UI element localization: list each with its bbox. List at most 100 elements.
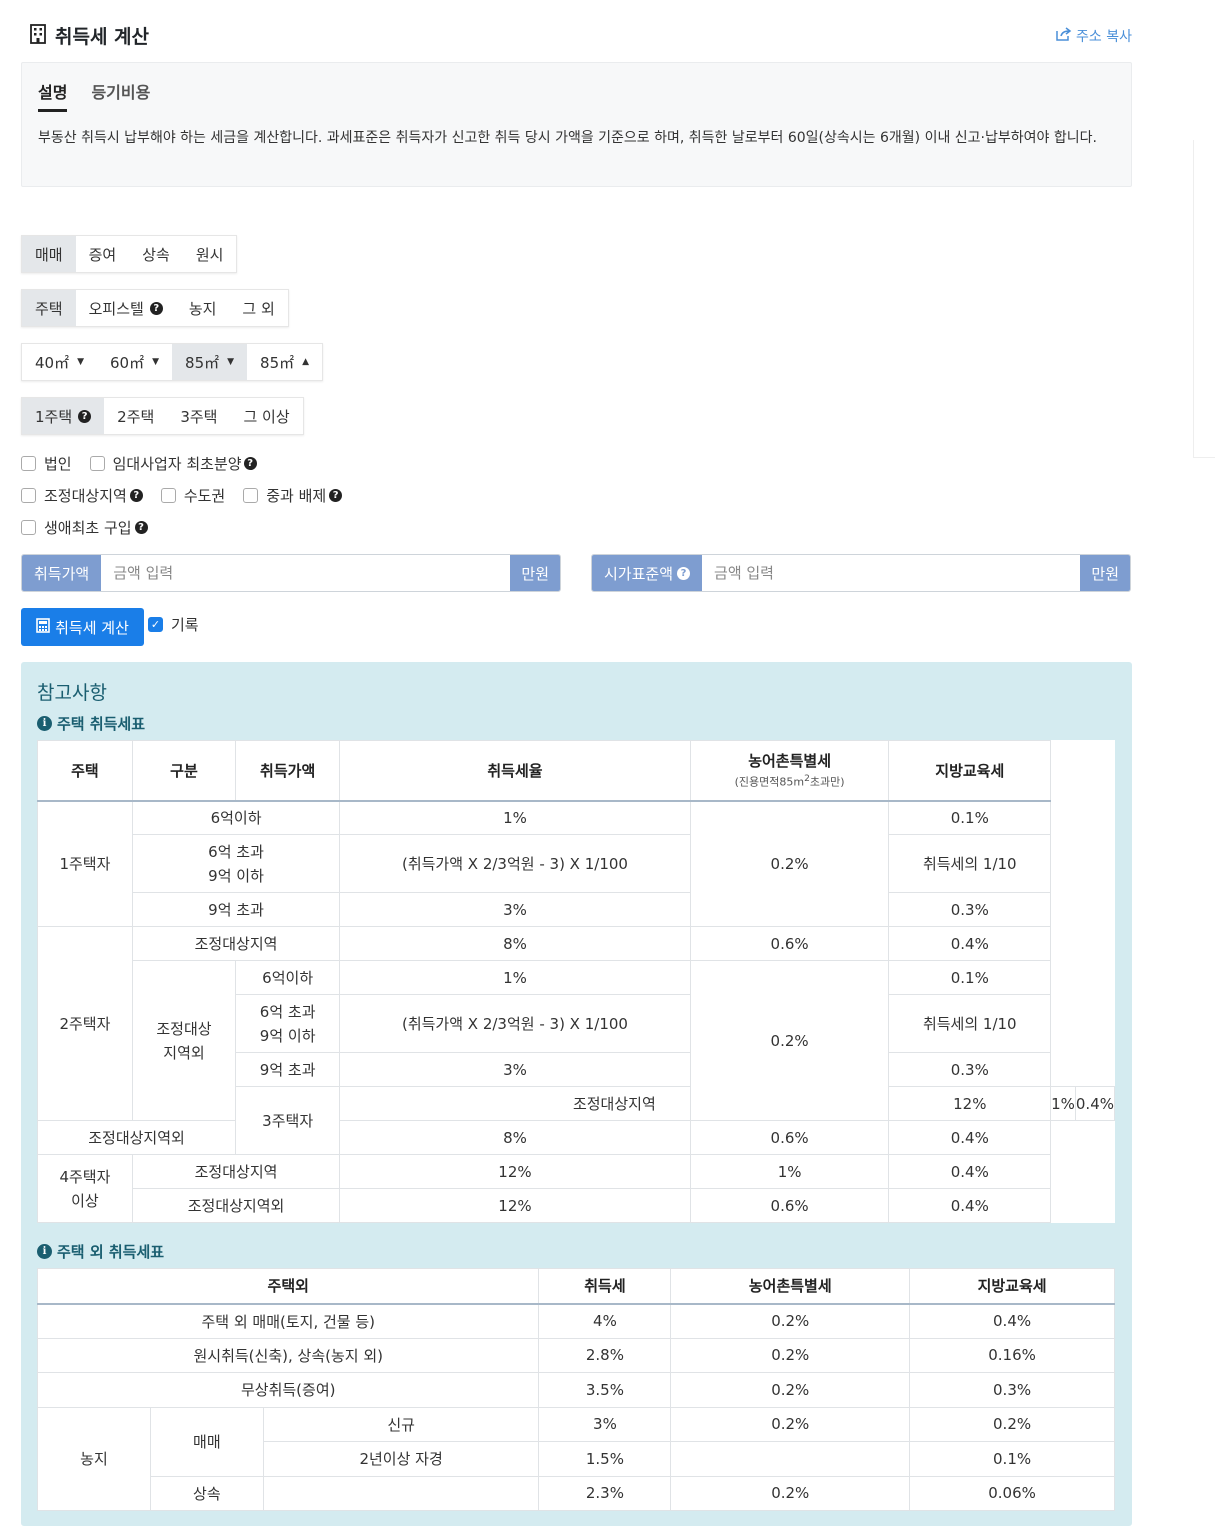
checkbox-checked[interactable]: ✓: [148, 617, 163, 632]
col-edu: 지방교육세: [888, 740, 1052, 802]
table-row: 1주택자 6억이하 1% 0.2% 0.1%: [37, 800, 1115, 927]
option-house[interactable]: 주택: [22, 290, 76, 326]
option-2-house[interactable]: 2주택: [104, 398, 168, 434]
first-home-checkbox[interactable]: 생애최초 구입?: [21, 517, 148, 538]
table-row: 2주택자 조정대상지역 8% 0.6% 0.4%: [37, 926, 1115, 1121]
table-cell: 0.4%: [888, 1188, 1052, 1223]
option-area-85-up[interactable]: 85㎡ ▲: [247, 344, 323, 380]
option-officetel[interactable]: 오피스텔?: [75, 290, 176, 326]
acquisition-type-group: 매매 증여 상속 원시: [21, 235, 238, 273]
col-other: 주택외: [36, 1268, 540, 1305]
acquisition-price-label: 취득가액: [22, 555, 102, 591]
other-table-title-text: 주택 외 취득세표: [57, 1243, 165, 1261]
page-header: 취득세 계산: [29, 22, 149, 49]
standard-price-input[interactable]: [702, 555, 1081, 591]
table-cell: 1%: [1050, 1086, 1076, 1121]
option-area-85-down[interactable]: 85㎡ ▼: [172, 344, 248, 380]
table-cell: 9억 초과: [131, 892, 341, 927]
option-inheritance[interactable]: 상속: [129, 236, 183, 272]
table-cell: 원시취득(신축), 상속(농지 외): [36, 1337, 540, 1373]
description-text: 부동산 취득시 납부해야 하는 세금을 계산합니다. 과세표준은 취득자가 신고…: [38, 130, 1097, 146]
calculate-button[interactable]: 취득세 계산: [21, 608, 144, 646]
col-rate: 취득세율: [339, 740, 691, 802]
table-row: 농지 매매 신규 3% 0.2% 0.2%: [37, 1406, 1115, 1511]
caret-down-icon: ▼: [227, 357, 235, 367]
table-cell: [262, 1475, 540, 1511]
option-other[interactable]: 그 외: [229, 290, 288, 326]
table-cell: 0.06%: [909, 1475, 1115, 1511]
table-cell: 0.2%: [909, 1406, 1115, 1442]
house-table-title-text: 주택 취득세표: [57, 715, 146, 733]
table-row: 조정대상지역외 12% 0.6% 0.4%: [38, 1188, 1115, 1223]
col-rural-label: 농어촌특별세: [748, 752, 831, 771]
checkbox[interactable]: [21, 456, 36, 471]
standard-price-label: 시가표준액?: [592, 555, 703, 591]
house-tax-table: 주택 구분 취득가액 취득세율 농어촌특별세 (진용면적85m2초과만) 지방교육…: [36, 740, 1116, 1223]
help-icon[interactable]: ?: [129, 489, 143, 502]
page-title: 취득세 계산: [55, 26, 150, 48]
table-cell: (취득가액 X 2/3억원 - 3) X 1/100: [339, 994, 691, 1053]
capital-area-checkbox[interactable]: 수도권: [160, 485, 225, 506]
checkbox[interactable]: [243, 488, 259, 503]
option-1-house[interactable]: 1주택?: [22, 398, 105, 434]
table-row: 조정대상 지역외 6억이하 1% 0.2% 0.1%: [38, 960, 1115, 1121]
option-area-60[interactable]: 60㎡ ▼: [97, 344, 173, 380]
help-icon[interactable]: ?: [134, 521, 148, 534]
table-cell: 0.4%: [888, 1154, 1052, 1189]
acquisition-price-unit: 만원: [510, 555, 560, 591]
checkbox[interactable]: [21, 488, 36, 503]
tab-description[interactable]: 설명: [38, 79, 68, 112]
table-cell: 조정대상지역: [131, 926, 341, 961]
table-cell: 6억이하: [235, 960, 341, 995]
info-icon: i: [37, 716, 52, 731]
table-cell: 2년이상 자경: [262, 1441, 540, 1477]
rental-first-sale-checkbox[interactable]: 임대사업자 최초분양?: [89, 453, 257, 474]
record-checkbox[interactable]: ✓ 기록: [148, 614, 199, 635]
adjusted-area-checkbox[interactable]: 조정대상지역?: [21, 485, 143, 506]
help-icon[interactable]: ?: [677, 566, 691, 580]
help-icon[interactable]: ?: [149, 301, 163, 315]
table-cell: 0.1%: [888, 960, 1052, 995]
table-cell: 6억 초과 9억 이하: [131, 834, 341, 893]
cell-line: 조정대상: [156, 1019, 212, 1038]
table-cell: 9억 초과: [235, 1052, 341, 1087]
cell-line: 6억 초과: [259, 1002, 316, 1021]
cell-three-house: 3주택자: [235, 1086, 341, 1155]
checkbox[interactable]: [89, 456, 105, 471]
area-85-over-label: 85㎡: [260, 353, 295, 372]
option-3-house[interactable]: 3주택: [167, 398, 231, 434]
table-cell: 2.8%: [538, 1337, 672, 1373]
col-rural-note: (진용면적85m2초과만): [691, 773, 889, 790]
option-area-40[interactable]: 40㎡ ▼: [22, 344, 98, 380]
option-original[interactable]: 원시: [182, 236, 237, 272]
table-cell: 조정대상지역외: [131, 1188, 341, 1223]
rental-first-sale-label: 임대사업자 최초분양: [112, 455, 242, 473]
checkbox[interactable]: [160, 488, 176, 503]
option-more-house[interactable]: 그 이상: [230, 398, 303, 434]
help-icon[interactable]: ?: [243, 457, 257, 470]
option-sale[interactable]: 매매: [22, 236, 76, 272]
table-row: 무상취득(증여) 3.5% 0.2% 0.3%: [36, 1372, 1115, 1408]
help-icon[interactable]: ?: [78, 409, 92, 423]
table-cell: 0.2%: [670, 1475, 911, 1511]
col-edu: 지방교육세: [909, 1268, 1115, 1305]
option-gift[interactable]: 증여: [75, 236, 130, 272]
table-cell: 6억 초과 9억 이하: [235, 994, 341, 1053]
table-cell: [670, 1441, 911, 1477]
copy-address-link[interactable]: 주소 복사: [1056, 26, 1132, 46]
first-home-label: 생애최초 구입: [44, 519, 132, 537]
table-cell: 상속: [149, 1475, 264, 1511]
checkbox[interactable]: [21, 520, 36, 535]
option-farmland[interactable]: 농지: [175, 290, 230, 326]
table-cell: 1%: [339, 800, 691, 835]
exclude-heavy-checkbox[interactable]: 중과 배제?: [243, 485, 343, 506]
corporation-checkbox[interactable]: 법인: [21, 453, 72, 474]
help-icon[interactable]: ?: [329, 489, 343, 502]
table-cell: 주택 외 매매(토지, 건물 등): [36, 1303, 540, 1339]
tab-registration-cost[interactable]: 등기비용: [91, 79, 150, 112]
table-cell: 신규: [262, 1406, 540, 1442]
record-label: 기록: [171, 616, 199, 634]
acquisition-price-input[interactable]: [101, 555, 511, 591]
table-cell: 0.2%: [689, 800, 890, 927]
table-cell: 1%: [339, 960, 691, 995]
